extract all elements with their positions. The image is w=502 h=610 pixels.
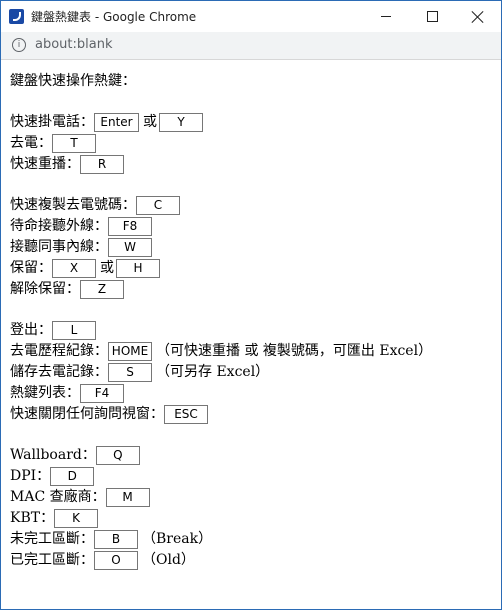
hotkey-label: KBT： xyxy=(10,510,55,526)
hotkey-note: （Break） xyxy=(142,531,213,547)
hotkey-row: KBT： K xyxy=(10,508,495,529)
hotkey-label: 已完工區斷： xyxy=(10,552,94,568)
hotkey-label: MAC 查廠商： xyxy=(10,489,106,505)
hotkey-row: 登出： L xyxy=(10,320,495,341)
hotkey-row: 儲存去電記錄： S （可另存 Excel） xyxy=(10,362,495,383)
hotkey-key-field[interactable]: O xyxy=(94,551,138,570)
app-logo-icon xyxy=(9,9,24,24)
hotkey-key-field[interactable]: HOME xyxy=(108,342,152,361)
window-title: 鍵盤熱鍵表 - Google Chrome xyxy=(31,10,197,24)
hotkey-key-field[interactable]: T xyxy=(52,134,96,153)
hotkey-key-field[interactable]: Q xyxy=(95,446,140,465)
maximize-icon xyxy=(426,11,438,22)
hotkey-key-field[interactable]: Y xyxy=(159,113,203,132)
hotkey-key-field[interactable]: K xyxy=(54,509,99,528)
hotkey-label: 快速掛電話： xyxy=(10,114,94,130)
hotkey-key-field[interactable]: M xyxy=(105,488,150,507)
separator-text: 或 xyxy=(100,260,114,276)
heading: 鍵盤快速操作熱鍵： xyxy=(10,73,136,89)
hotkey-row: 接聽同事內線： W xyxy=(10,237,495,258)
hotkey-key-field[interactable]: D xyxy=(50,467,95,486)
hotkey-key-field[interactable]: L xyxy=(52,321,96,340)
hotkey-note: （可快速重播 或 複製號碼，可匯出 Excel） xyxy=(156,343,433,359)
hotkey-key-field[interactable]: H xyxy=(116,259,160,278)
hotkey-row: 待命接聽外線： F8 xyxy=(10,216,495,237)
hotkey-row: 保留： X 或 H xyxy=(10,258,495,279)
hotkey-label: 快速複製去電號碼： xyxy=(10,197,136,213)
hotkey-label: 解除保留： xyxy=(10,281,80,297)
browser-window: 鍵盤熱鍵表 - Google Chrome i about:blank 鍵盤快速… xyxy=(0,0,502,610)
minimize-button[interactable] xyxy=(363,1,409,32)
hotkey-note: （Old） xyxy=(142,552,195,568)
maximize-button[interactable] xyxy=(409,1,455,32)
separator-text: 或 xyxy=(143,114,157,130)
hotkey-row: 解除保留： Z xyxy=(10,279,495,300)
hotkey-key-field[interactable]: F4 xyxy=(80,384,124,403)
hotkey-label: 儲存去電記錄： xyxy=(10,364,108,380)
address-bar[interactable]: i about:blank xyxy=(1,32,501,60)
hotkey-row: 去電歷程紀錄： HOME （可快速重播 或 複製號碼，可匯出 Excel） xyxy=(10,341,495,362)
hotkey-row: 快速關閉任何詢問視窗： ESC xyxy=(10,404,495,425)
close-icon xyxy=(472,11,484,23)
hotkey-key-field[interactable]: X xyxy=(52,259,96,278)
hotkey-label: 未完工區斷： xyxy=(10,531,94,547)
hotkey-key-field[interactable]: W xyxy=(108,238,152,257)
hotkey-label: 去電歷程紀錄： xyxy=(10,343,108,359)
hotkey-key-field[interactable]: R xyxy=(80,155,124,174)
hotkey-label: 快速重播： xyxy=(10,156,80,172)
hotkey-key-field[interactable]: ESC xyxy=(164,405,208,424)
hotkey-key-field[interactable]: B xyxy=(94,530,138,549)
hotkey-label: 接聽同事內線： xyxy=(10,239,108,255)
title-bar: 鍵盤熱鍵表 - Google Chrome xyxy=(1,1,501,32)
hotkey-key-field[interactable]: C xyxy=(136,196,180,215)
hotkey-row: 快速複製去電號碼： C xyxy=(10,195,495,216)
hotkey-label: 熱鍵列表： xyxy=(10,385,80,401)
hotkey-label: Wallboard： xyxy=(10,447,96,463)
close-button[interactable] xyxy=(455,1,501,32)
hotkey-list: 鍵盤快速操作熱鍵： 快速掛電話： Enter 或 Y 去電： T 快速重播： R 快速複製去電號… xyxy=(10,71,495,571)
hotkey-row: 快速掛電話： Enter 或 Y xyxy=(10,112,495,133)
hotkey-row: DPI： D xyxy=(10,466,495,487)
hotkey-label: 登出： xyxy=(10,322,52,338)
hotkey-key-field[interactable]: F8 xyxy=(108,217,152,236)
info-icon[interactable]: i xyxy=(12,38,26,52)
hotkey-row: 快速重播： R xyxy=(10,154,495,175)
hotkey-row: 未完工區斷： B （Break） xyxy=(10,529,495,550)
hotkey-row: 去電： T xyxy=(10,133,495,154)
hotkey-row: 熱鍵列表： F4 xyxy=(10,383,495,404)
minimize-icon xyxy=(381,16,391,17)
hotkey-label: DPI： xyxy=(10,468,51,484)
hotkey-key-field[interactable]: S xyxy=(108,363,152,382)
hotkey-label: 待命接聽外線： xyxy=(10,218,108,234)
hotkey-key-field[interactable]: Z xyxy=(80,280,124,299)
hotkey-label: 去電： xyxy=(10,135,52,151)
url-text[interactable]: about:blank xyxy=(35,37,113,52)
hotkey-note: （可另存 Excel） xyxy=(156,364,270,380)
hotkey-row: MAC 查廠商： M xyxy=(10,487,495,508)
hotkey-row: Wallboard： Q xyxy=(10,445,495,466)
hotkey-label: 保留： xyxy=(10,260,52,276)
hotkey-label: 快速關閉任何詢問視窗： xyxy=(10,406,164,422)
hotkey-row: 已完工區斷： O （Old） xyxy=(10,550,495,571)
hotkey-key-field[interactable]: Enter xyxy=(94,113,139,132)
